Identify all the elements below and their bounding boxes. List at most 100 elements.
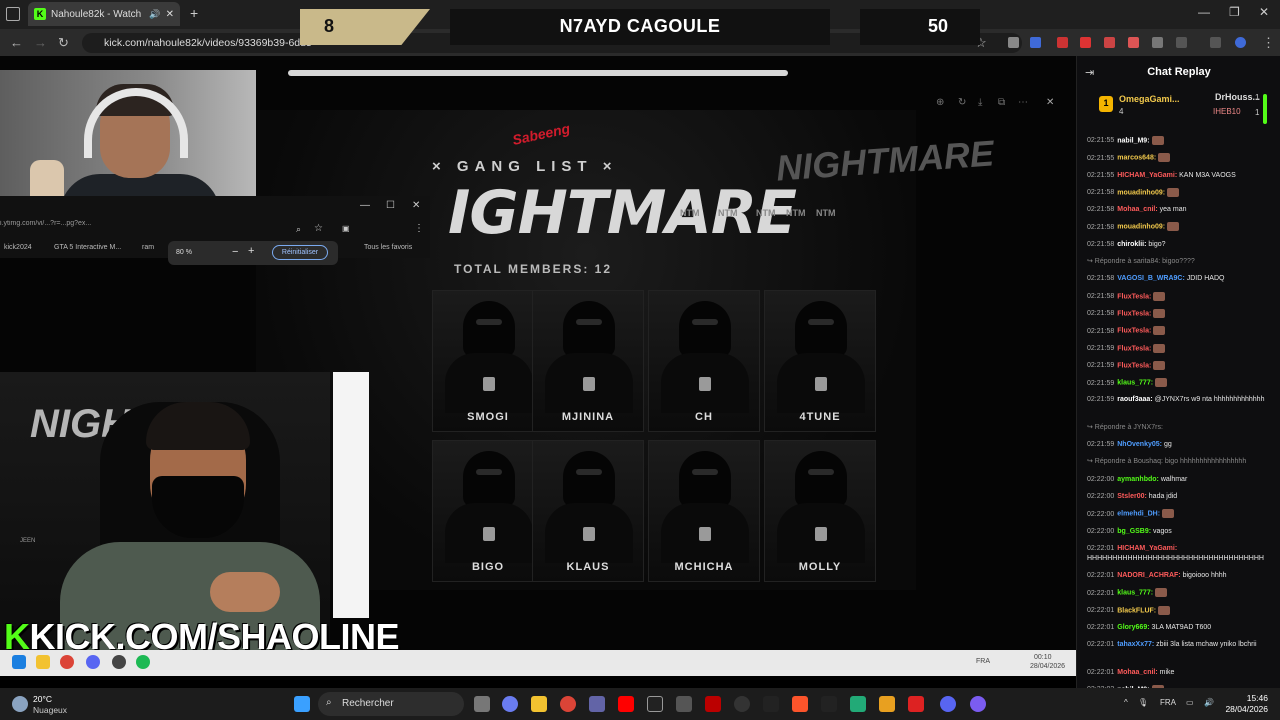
app-icon[interactable] <box>705 696 721 712</box>
message-username[interactable]: chiroklii: <box>1117 241 1146 248</box>
task-view-icon[interactable] <box>474 696 490 712</box>
message-username[interactable]: Stsler00: <box>1117 493 1147 500</box>
taskbar-clock[interactable]: 15:46 28/04/2026 <box>1222 693 1268 715</box>
chat-reply-context[interactable]: ↪ Répondre à JYNX7rs: <box>1087 423 1277 433</box>
bookmarks-all[interactable]: Tous les favoris <box>364 244 412 251</box>
discord-icon[interactable] <box>940 696 956 712</box>
taskbar-search[interactable]: ⌕ Rechercher <box>318 692 464 716</box>
message-username[interactable]: aymanhbdo: <box>1117 476 1159 483</box>
reading-list-icon[interactable] <box>1210 37 1221 48</box>
message-username[interactable]: FluxTesla: <box>1117 362 1151 369</box>
app-icon[interactable] <box>908 696 924 712</box>
viewer-close-icon[interactable]: ✕ <box>1046 97 1054 108</box>
extensions-puzzle-icon[interactable] <box>1176 37 1187 48</box>
message-username[interactable]: bg_GSB9: <box>1117 528 1151 535</box>
app-icon[interactable] <box>970 696 986 712</box>
message-username[interactable]: tahaxXx77: <box>1117 641 1154 648</box>
zoom-out-button[interactable]: − <box>232 246 238 258</box>
inner-url[interactable]: i.ytimg.com/vi/...?r=...pg?ex... <box>0 220 300 227</box>
close-window-icon[interactable]: ✕ <box>1259 5 1269 19</box>
browser-tab[interactable]: K Nahoule82k - Watch the VO 🔊 ✕ <box>28 2 180 26</box>
profile-avatar[interactable] <box>1235 37 1246 48</box>
inner-menu-icon[interactable]: ⋮ <box>414 223 424 234</box>
message-username[interactable]: VAGOSI_B_WRA9C: <box>1117 275 1185 282</box>
tray-chevron-icon[interactable]: ^ <box>1124 698 1128 707</box>
extension-icon[interactable] <box>1030 37 1041 48</box>
zoom-reset-button[interactable]: Réinitialiser <box>272 245 328 260</box>
zoom-in-icon[interactable]: ⊕ <box>936 97 944 108</box>
volume-icon[interactable]: 🔊 <box>1204 698 1214 707</box>
tab-actions-icon[interactable] <box>6 7 20 21</box>
fn-app-icon[interactable] <box>647 696 663 712</box>
rotate-icon[interactable]: ↻ <box>958 97 966 108</box>
app-icon[interactable] <box>676 696 692 712</box>
gifter-name[interactable]: IHEB10 <box>1213 107 1241 116</box>
message-username[interactable]: NADORI_ACHRAF: <box>1117 572 1180 579</box>
mic-icon[interactable]: 🎙 <box>1138 698 1148 707</box>
maximize-icon[interactable]: ❐ <box>1229 5 1240 19</box>
forward-icon[interactable]: → <box>34 35 47 50</box>
message-username[interactable]: FluxTesla: <box>1117 345 1151 352</box>
message-username[interactable]: Glory669: <box>1117 624 1149 631</box>
chat-reply-context[interactable]: ↪ Répondre à Boushaq: bigo hhhhhhhhhhhhh… <box>1087 457 1277 467</box>
extension-icon[interactable] <box>1057 37 1068 48</box>
extension-icon[interactable] <box>1128 37 1139 48</box>
file-explorer-icon[interactable] <box>531 696 547 712</box>
message-username[interactable]: FluxTesla: <box>1117 293 1151 300</box>
audio-icon[interactable]: 🔊 <box>149 9 160 20</box>
inner-maximize-icon[interactable]: ☐ <box>386 200 395 211</box>
inner-minimize-icon[interactable]: — <box>360 200 370 211</box>
message-username[interactable]: NhOvenky05: <box>1117 441 1162 448</box>
bookmark-item[interactable]: GTA 5 Interactive M... <box>54 244 121 251</box>
message-username[interactable]: FluxTesla: <box>1117 328 1151 335</box>
back-icon[interactable]: ← <box>10 35 23 50</box>
open-external-icon[interactable]: ⧉ <box>998 97 1005 108</box>
new-tab-button[interactable]: + <box>190 5 198 21</box>
xm-app-icon[interactable] <box>763 696 779 712</box>
inner-close-icon[interactable]: ✕ <box>412 200 420 211</box>
message-username[interactable]: marcos648: <box>1117 155 1156 162</box>
message-username[interactable]: klaus_777: <box>1117 590 1153 597</box>
gifter-name[interactable]: DrHouss... <box>1215 92 1260 102</box>
download-icon[interactable]: ⤓ <box>978 97 982 108</box>
message-username[interactable]: HICHAM_YaGami: <box>1117 172 1177 179</box>
app-icon[interactable] <box>850 696 866 712</box>
chrome-icon[interactable] <box>560 696 576 712</box>
zoom-in-button[interactable]: + <box>248 245 254 257</box>
bookmark-item[interactable]: ram <box>142 244 154 251</box>
message-username[interactable]: mouadinho09: <box>1117 224 1165 231</box>
inner-search-icon[interactable]: ⌕ <box>296 224 301 235</box>
youtube-icon[interactable] <box>618 696 634 712</box>
extension-icon[interactable] <box>1080 37 1091 48</box>
windows-start-icon[interactable] <box>294 696 310 712</box>
extension-icon[interactable] <box>1008 37 1019 48</box>
app-icon[interactable] <box>879 696 895 712</box>
message-username[interactable]: FluxTesla: <box>1117 310 1151 317</box>
message-username[interactable]: nabil_M9: <box>1117 137 1149 144</box>
video-progress-bar[interactable] <box>288 70 788 76</box>
network-icon[interactable]: ▭ <box>1186 698 1194 707</box>
message-username[interactable]: elmehdi_DH: <box>1117 511 1160 518</box>
taskbar-lang[interactable]: FRA <box>1160 698 1176 707</box>
extension-icon[interactable] <box>1104 37 1115 48</box>
bookmark-item[interactable]: kick2024 <box>4 244 32 251</box>
app-icon[interactable] <box>821 696 837 712</box>
teams-icon[interactable] <box>589 696 605 712</box>
tab-close-icon[interactable]: ✕ <box>166 9 174 20</box>
reload-icon[interactable]: ↻ <box>58 35 69 51</box>
message-username[interactable]: Mohaa_cnil: <box>1117 206 1157 213</box>
copilot-icon[interactable] <box>502 696 518 712</box>
message-username[interactable]: BlackFLUF: <box>1117 607 1156 614</box>
top-gifter-name[interactable]: OmegaGami... <box>1119 94 1180 104</box>
inner-star-icon[interactable]: ☆ <box>314 223 323 234</box>
message-username[interactable]: Mohaa_cnil: <box>1117 669 1157 676</box>
inner-extension-icon[interactable]: ▣ <box>342 224 350 233</box>
message-username[interactable]: raouf3aaa: <box>1117 396 1152 403</box>
message-username[interactable]: HICHAM_YaGami: <box>1117 545 1177 552</box>
minimize-icon[interactable]: — <box>1198 5 1210 19</box>
more-icon[interactable]: ⋯ <box>1018 97 1028 108</box>
browser-menu-icon[interactable]: ⋮ <box>1262 35 1275 51</box>
message-username[interactable]: klaus_777: <box>1117 380 1153 387</box>
extension-icon[interactable] <box>1152 37 1163 48</box>
weather-icon[interactable] <box>12 696 28 712</box>
